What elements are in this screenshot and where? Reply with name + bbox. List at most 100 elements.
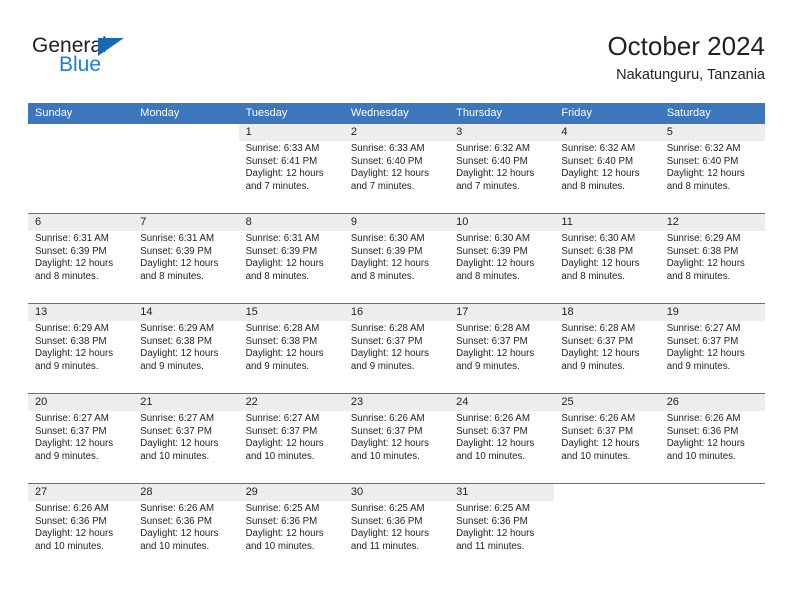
day-number[interactable]: 22 [238, 394, 344, 411]
day-cell[interactable]: Sunrise: 6:26 AM Sunset: 6:36 PM Daylight:… [659, 411, 765, 483]
day-number[interactable]: 20 [28, 394, 134, 411]
day-number[interactable]: 25 [554, 394, 660, 411]
day-detail-line: and 9 minutes. [456, 360, 520, 372]
day-number[interactable]: 2 [343, 124, 450, 141]
day-cell[interactable]: Sunrise: 6:30 AM Sunset: 6:39 PM Daylight:… [449, 231, 555, 303]
day-cell[interactable]: Sunrise: 6:26 AM Sunset: 6:37 PM Daylight:… [554, 411, 660, 483]
day-number[interactable]: 16 [343, 304, 450, 321]
day-detail-line: and 10 minutes. [35, 540, 104, 552]
weekday-header-thursday: Thursday [456, 107, 502, 119]
day-cell[interactable]: Sunrise: 6:25 AM Sunset: 6:36 PM Daylight:… [238, 501, 344, 573]
day-cell[interactable]: Sunrise: 6:26 AM Sunset: 6:37 PM Daylight:… [449, 411, 555, 483]
day-detail-line: Sunrise: 6:26 AM [561, 413, 636, 424]
day-number[interactable]: 4 [554, 124, 660, 141]
day-cell[interactable]: Sunrise: 6:28 AM Sunset: 6:37 PM Daylight:… [554, 321, 660, 393]
day-number[interactable]: 30 [343, 484, 450, 501]
day-number[interactable]: 7 [133, 214, 239, 231]
day-cell[interactable]: Sunrise: 6:27 AM Sunset: 6:37 PM Daylight:… [238, 411, 344, 483]
day-cell[interactable]: Sunrise: 6:30 AM Sunset: 6:39 PM Daylight:… [343, 231, 450, 303]
day-detail-line: Sunrise: 6:25 AM [456, 503, 530, 514]
day-detail-line: Daylight: 12 hours [350, 258, 429, 270]
day-detail-line: Sunset: 6:39 PM [350, 245, 423, 257]
day-cell[interactable]: Sunrise: 6:28 AM Sunset: 6:38 PM Daylight:… [238, 321, 344, 393]
day-detail-line: Sunset: 6:38 PM [666, 245, 739, 257]
day-cell[interactable]: Sunrise: 6:32 AM Sunset: 6:40 PM Daylight:… [659, 141, 765, 213]
day-cell[interactable]: Sunrise: 6:29 AM Sunset: 6:38 PM Daylight:… [133, 321, 239, 393]
day-number[interactable]: 31 [449, 484, 555, 501]
day-cell[interactable]: Sunrise: 6:28 AM Sunset: 6:37 PM Daylight:… [449, 321, 555, 393]
day-cell[interactable]: Sunrise: 6:26 AM Sunset: 6:37 PM Daylight:… [343, 411, 450, 483]
day-cell[interactable]: Sunrise: 6:27 AM Sunset: 6:37 PM Daylight:… [28, 411, 134, 483]
day-cell[interactable]: Sunrise: 6:29 AM Sunset: 6:38 PM Daylight:… [659, 231, 765, 303]
day-detail-line: Daylight: 12 hours [350, 438, 429, 450]
day-cell[interactable]: Sunrise: 6:32 AM Sunset: 6:40 PM Daylight:… [449, 141, 555, 213]
week-body-strip: Sunrise: 6:33 AM Sunset: 6:41 PM Daylight:… [28, 141, 765, 213]
day-detail-line: Daylight: 12 hours [666, 348, 745, 360]
day-detail-line: and 10 minutes. [666, 450, 736, 462]
day-cell[interactable]: Sunrise: 6:33 AM Sunset: 6:41 PM Daylight:… [238, 141, 344, 213]
calendar-week-row: 1 2 3 4 5 Sunrise: 6:33 AM Sunset: 6:41 PM Dayl… [28, 124, 765, 213]
day-cell[interactable]: Sunrise: 6:31 AM Sunset: 6:39 PM Daylight:… [28, 231, 134, 303]
day-cell[interactable]: Sunrise: 6:32 AM Sunset: 6:40 PM Daylight:… [554, 141, 660, 213]
day-number[interactable]: 23 [343, 394, 450, 411]
day-cell[interactable]: Sunrise: 6:27 AM Sunset: 6:37 PM Daylight:… [659, 321, 765, 393]
day-cell[interactable]: Sunrise: 6:25 AM Sunset: 6:36 PM Daylight:… [449, 501, 555, 573]
day-detail-line: and 8 minutes. [245, 270, 310, 282]
day-cell[interactable]: Sunrise: 6:28 AM Sunset: 6:37 PM Daylight:… [343, 321, 450, 393]
day-number[interactable]: 9 [343, 214, 450, 231]
day-detail-line: Sunset: 6:37 PM [35, 425, 107, 437]
day-detail-line: Sunset: 6:39 PM [35, 245, 107, 257]
day-detail-line: Daylight: 12 hours [456, 438, 535, 450]
page-header: General Blue October 2024 Nakatunguru, T… [28, 30, 765, 96]
day-cell[interactable]: Sunrise: 6:25 AM Sunset: 6:36 PM Daylight:… [343, 501, 450, 573]
day-detail-line: Sunset: 6:37 PM [561, 425, 634, 437]
day-number[interactable]: 13 [28, 304, 134, 321]
day-detail-line: and 8 minutes. [666, 270, 731, 282]
day-cell[interactable]: Sunrise: 6:30 AM Sunset: 6:38 PM Daylight:… [554, 231, 660, 303]
day-cell[interactable]: Sunrise: 6:26 AM Sunset: 6:36 PM Daylight:… [28, 501, 134, 573]
weekday-header-wednesday: Wednesday [350, 107, 409, 119]
day-number[interactable]: 29 [238, 484, 344, 501]
day-detail-line: Sunrise: 6:25 AM [245, 503, 320, 514]
day-number[interactable]: 19 [659, 304, 765, 321]
day-detail-line: Sunrise: 6:26 AM [350, 413, 425, 424]
day-number[interactable]: 28 [133, 484, 239, 501]
day-detail-line: Daylight: 12 hours [35, 348, 114, 360]
day-detail-line: and 10 minutes. [561, 450, 631, 462]
day-cell[interactable]: Sunrise: 6:31 AM Sunset: 6:39 PM Daylight:… [133, 231, 239, 303]
day-detail-line: Sunset: 6:36 PM [456, 515, 528, 527]
day-number-empty [28, 124, 134, 141]
day-number[interactable]: 6 [28, 214, 134, 231]
day-number[interactable]: 18 [554, 304, 660, 321]
day-detail-line: Daylight: 12 hours [561, 258, 640, 270]
day-number[interactable]: 15 [238, 304, 344, 321]
day-number[interactable]: 17 [449, 304, 555, 321]
day-detail-line: Sunrise: 6:30 AM [561, 233, 636, 244]
day-number[interactable]: 3 [449, 124, 555, 141]
day-number[interactable]: 21 [133, 394, 239, 411]
page-subtitle: Nakatunguru, Tanzania [616, 67, 765, 83]
day-cell[interactable]: Sunrise: 6:26 AM Sunset: 6:36 PM Daylight:… [133, 501, 239, 573]
day-number[interactable]: 8 [238, 214, 344, 231]
day-number[interactable]: 26 [659, 394, 765, 411]
day-number[interactable]: 27 [28, 484, 134, 501]
day-number[interactable]: 11 [554, 214, 660, 231]
day-detail-line: Sunrise: 6:30 AM [456, 233, 530, 244]
weekday-header-sunday: Sunday [35, 107, 73, 119]
day-number[interactable]: 14 [133, 304, 239, 321]
weekday-header-friday: Friday [561, 107, 592, 119]
day-number[interactable]: 1 [238, 124, 344, 141]
day-cell[interactable]: Sunrise: 6:31 AM Sunset: 6:39 PM Daylight:… [238, 231, 344, 303]
day-detail-line: Daylight: 12 hours [350, 528, 429, 540]
day-cell[interactable]: Sunrise: 6:33 AM Sunset: 6:40 PM Daylight:… [343, 141, 450, 213]
day-number-empty [133, 124, 239, 141]
day-cell[interactable]: Sunrise: 6:29 AM Sunset: 6:38 PM Daylight:… [28, 321, 134, 393]
day-cell[interactable]: Sunrise: 6:27 AM Sunset: 6:37 PM Daylight:… [133, 411, 239, 483]
day-number[interactable]: 5 [659, 124, 765, 141]
day-number[interactable]: 12 [659, 214, 765, 231]
day-detail-line: Sunset: 6:40 PM [561, 155, 634, 167]
day-number[interactable]: 10 [449, 214, 555, 231]
day-number[interactable]: 24 [449, 394, 555, 411]
general-blue-logo[interactable]: General Blue [32, 34, 232, 92]
day-detail-line: Sunset: 6:36 PM [350, 515, 423, 527]
